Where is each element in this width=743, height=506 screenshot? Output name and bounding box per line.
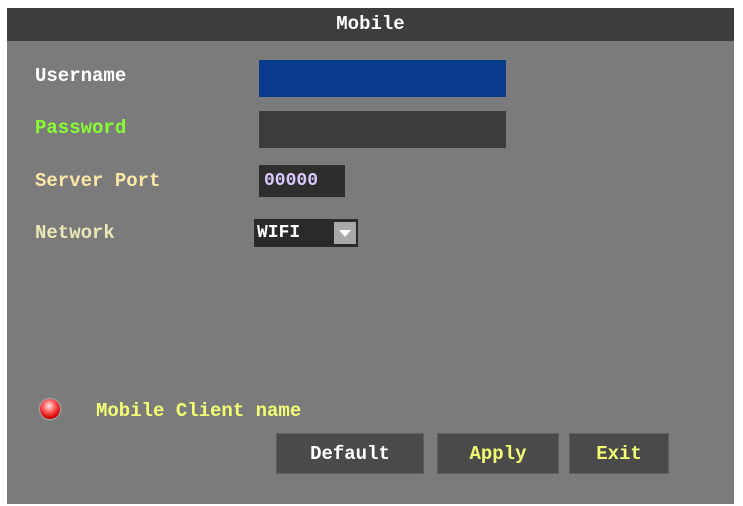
network-select[interactable]: WIFI <box>254 219 358 247</box>
red-circle-icon <box>40 399 60 419</box>
default-button[interactable]: Default <box>276 433 424 474</box>
apply-button[interactable]: Apply <box>437 433 559 474</box>
mobile-client-name: Mobile Client name <box>96 400 302 422</box>
network-label: Network <box>35 222 115 244</box>
exit-button[interactable]: Exit <box>569 433 669 474</box>
server-port-label: Server Port <box>35 170 161 192</box>
password-label: Password <box>35 117 127 139</box>
window-title: Mobile <box>7 8 734 41</box>
mobile-settings-window: Mobile Username Password Server Port 000… <box>7 8 734 504</box>
network-selected-value: WIFI <box>257 223 301 243</box>
username-label: Username <box>35 65 127 87</box>
chevron-down-icon[interactable] <box>334 222 356 244</box>
username-field[interactable] <box>259 60 506 97</box>
server-port-field[interactable]: 00000 <box>259 165 345 197</box>
password-field[interactable] <box>259 111 506 148</box>
